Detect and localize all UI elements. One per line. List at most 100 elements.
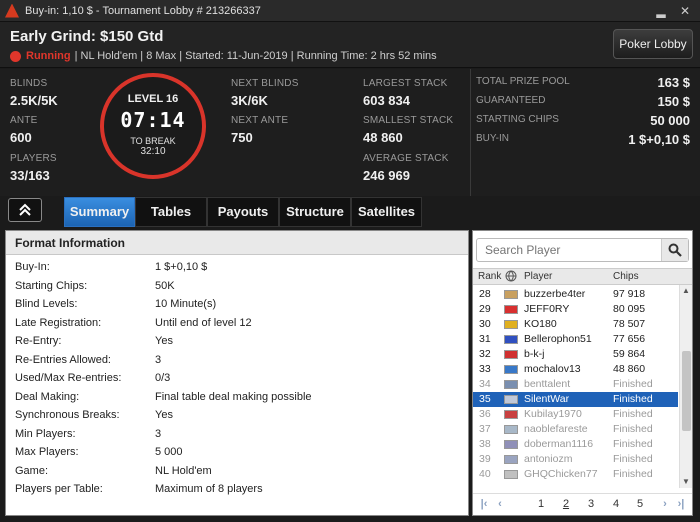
chips-column-header[interactable]: Chips bbox=[613, 271, 639, 282]
format-info-panel: Format Information Buy-In: 1 $+0,10 $ Star… bbox=[5, 230, 469, 516]
page-5-button[interactable]: 5 bbox=[633, 498, 647, 510]
player-rank: 40 bbox=[479, 468, 491, 480]
player-chips: 59 864 bbox=[613, 348, 646, 360]
tab-structure[interactable]: Structure bbox=[279, 197, 351, 227]
format-row-label: Re-Entry: bbox=[15, 335, 62, 347]
search-button[interactable] bbox=[661, 239, 688, 261]
player-row[interactable]: 37 naoblefareste Finished bbox=[473, 422, 678, 437]
first-page-button[interactable]: |‹ bbox=[477, 498, 491, 510]
collapse-button[interactable] bbox=[8, 198, 42, 222]
page-1-button[interactable]: 1 bbox=[534, 498, 548, 510]
player-chips: Finished bbox=[613, 408, 653, 420]
player-row[interactable]: 38 doberman1116 Finished bbox=[473, 437, 678, 452]
format-row-value: 5 000 bbox=[155, 446, 183, 458]
player-row[interactable]: 34 benttalent Finished bbox=[473, 377, 678, 392]
format-info-heading: Format Information bbox=[6, 231, 468, 255]
largest-stack-label: LARGEST STACK bbox=[363, 78, 448, 89]
player-row[interactable]: 29 JEFF0RY 80 095 bbox=[473, 302, 678, 317]
globe-icon[interactable] bbox=[505, 270, 517, 285]
player-name: Bellerophon51 bbox=[524, 333, 592, 345]
format-row: Blind Levels: 10 Minute(s) bbox=[6, 298, 470, 316]
tournament-details: | NL Hold'em | 8 Max | Started: 11-Jun-2… bbox=[74, 50, 437, 62]
country-flag-icon bbox=[504, 470, 518, 479]
format-row-label: Synchronous Breaks: bbox=[15, 409, 120, 421]
player-chips: 97 918 bbox=[613, 288, 646, 300]
players-table-header: Rank Player Chips bbox=[473, 268, 692, 285]
player-chips: 48 860 bbox=[613, 363, 646, 375]
player-row[interactable]: 39 antoniozm Finished bbox=[473, 452, 678, 467]
player-row[interactable]: 32 b-k-j 59 864 bbox=[473, 347, 678, 362]
player-name: b-k-j bbox=[524, 348, 545, 360]
player-chips: Finished bbox=[613, 468, 653, 480]
tab-summary[interactable]: Summary bbox=[64, 197, 135, 227]
prev-page-button[interactable]: ‹ bbox=[493, 498, 507, 510]
format-row: Synchronous Breaks: Yes bbox=[6, 409, 470, 427]
buy-in-label: BUY-IN bbox=[476, 133, 509, 144]
scroll-up-arrow-icon[interactable]: ▲ bbox=[680, 285, 692, 297]
format-row: Re-Entry: Yes bbox=[6, 335, 470, 353]
player-rank: 29 bbox=[479, 303, 491, 315]
title-bar: Buy-in: 1,10 $ - Tournament Lobby # 2132… bbox=[0, 0, 700, 22]
page-3-button[interactable]: 3 bbox=[584, 498, 598, 510]
player-row[interactable]: 31 Bellerophon51 77 656 bbox=[473, 332, 678, 347]
page-4-button[interactable]: 4 bbox=[609, 498, 623, 510]
format-row-value: Until end of level 12 bbox=[155, 316, 252, 329]
player-rank: 28 bbox=[479, 288, 491, 300]
player-name: SilentWar bbox=[524, 393, 570, 405]
format-row-value: 10 Minute(s) bbox=[155, 298, 217, 310]
country-flag-icon bbox=[504, 440, 518, 449]
player-name: Kubilay1970 bbox=[524, 408, 582, 420]
blinds-value: 2.5K/5K bbox=[10, 93, 58, 108]
poker-lobby-button[interactable]: Poker Lobby bbox=[613, 29, 693, 59]
total-prize-pool-label: TOTAL PRIZE POOL bbox=[476, 76, 570, 87]
format-row-value: 50K bbox=[155, 279, 175, 292]
tab-satellites[interactable]: Satellites bbox=[351, 197, 422, 227]
format-row-label: Max Players: bbox=[15, 446, 79, 458]
format-row-value: 3 bbox=[155, 427, 162, 440]
format-row-value: Yes bbox=[155, 335, 173, 347]
player-name: doberman1116 bbox=[524, 438, 594, 450]
search-icon bbox=[668, 243, 682, 257]
minimize-button[interactable]: ▂ bbox=[652, 3, 670, 19]
format-row-value: 3 bbox=[155, 353, 162, 366]
average-stack-value: 246 969 bbox=[363, 168, 410, 183]
starting-chips-value: 50 000 bbox=[650, 113, 690, 128]
player-row[interactable]: 40 GHQChicken77 Finished bbox=[473, 467, 678, 482]
to-break-timer: 32:10 bbox=[140, 146, 166, 157]
rank-column-header[interactable]: Rank bbox=[478, 271, 501, 282]
scroll-thumb[interactable] bbox=[682, 351, 691, 431]
player-row[interactable]: 33 mochalov13 48 860 bbox=[473, 362, 678, 377]
format-row: Players per Table: Maximum of 8 players bbox=[6, 483, 470, 501]
player-row[interactable]: 28 buzzerbe4ter 97 918 bbox=[473, 287, 678, 302]
format-row-label: Game: bbox=[15, 464, 49, 477]
next-page-button[interactable]: › bbox=[658, 498, 672, 510]
player-name: JEFF0RY bbox=[524, 303, 570, 315]
page-2-button[interactable]: 2 bbox=[559, 498, 573, 510]
tournament-name: Early Grind: $150 Gtd bbox=[10, 28, 164, 45]
scroll-down-arrow-icon[interactable]: ▼ bbox=[680, 476, 692, 488]
close-button[interactable]: ✕ bbox=[676, 3, 694, 19]
search-player-input[interactable] bbox=[477, 239, 663, 261]
total-prize-pool-value: 163 $ bbox=[657, 75, 690, 90]
player-row[interactable]: 30 KO180 78 507 bbox=[473, 317, 678, 332]
country-flag-icon bbox=[504, 365, 518, 374]
last-page-button[interactable]: ›| bbox=[673, 498, 689, 510]
format-row-value: Yes bbox=[155, 409, 173, 421]
player-row[interactable]: 36 Kubilay1970 Finished bbox=[473, 407, 678, 422]
tab-tables[interactable]: Tables bbox=[135, 197, 207, 227]
players-scrollbar[interactable]: ▲ ▼ bbox=[679, 285, 692, 488]
player-name: naoblefareste bbox=[524, 423, 588, 435]
player-chips: Finished bbox=[613, 393, 653, 405]
tab-payouts[interactable]: Payouts bbox=[207, 197, 279, 227]
player-rank: 37 bbox=[479, 423, 491, 435]
format-row-label: Blind Levels: bbox=[15, 298, 78, 310]
player-row[interactable]: 35 SilentWar Finished bbox=[473, 392, 678, 407]
format-row-value: Final table deal making possible bbox=[155, 390, 312, 403]
player-name: mochalov13 bbox=[524, 363, 581, 375]
player-name: antoniozm bbox=[524, 453, 573, 465]
status-dot-icon bbox=[10, 50, 21, 62]
player-column-header[interactable]: Player bbox=[524, 271, 552, 282]
format-row: Buy-In: 1 $+0,10 $ bbox=[6, 261, 470, 279]
format-row-label: Players per Table: bbox=[15, 483, 103, 495]
country-flag-icon bbox=[504, 425, 518, 434]
